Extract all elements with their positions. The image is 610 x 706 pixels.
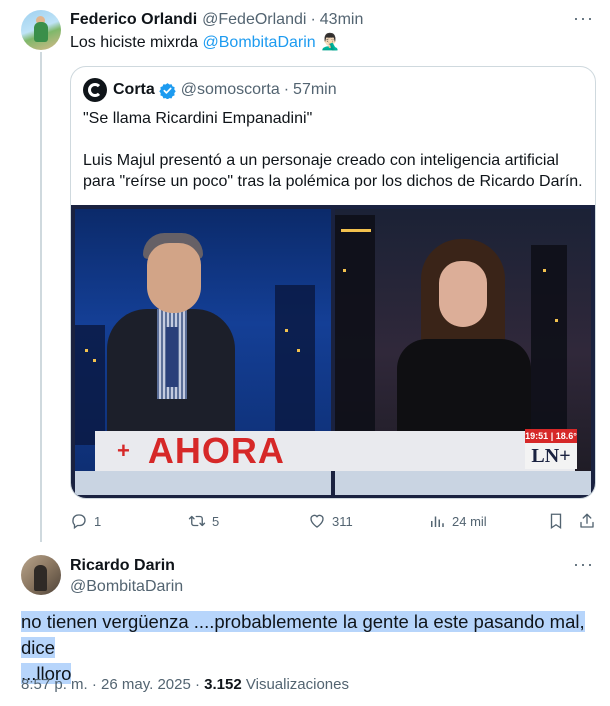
bookmark-icon [550,513,562,530]
post1-more-options-button[interactable]: ··· [573,9,594,27]
views-button[interactable]: 24 mil [428,510,487,532]
thread-connector-line [40,52,42,542]
reply-icon [72,514,86,530]
channel-bug: 19:51 | 18.6° LN+ [525,429,577,469]
like-count: 311 [332,513,353,529]
post2-timestamp[interactable]: 8:57 p. m. · 26 may. 2025 · [21,676,200,693]
analytics-bars-icon [431,516,444,527]
views-count: 24 mil [452,513,487,529]
post1-header: Federico Orlandi @FedeOrlandi · 43min [70,10,594,30]
quoted-text-line2: Luis Majul presentó a un personaje cread… [83,152,583,190]
reply-count: 1 [94,513,102,529]
quoted-time[interactable]: 57min [293,81,337,99]
quoted-display-name[interactable]: Corta [113,81,155,99]
post1-mention-link[interactable]: @BombitaDarin [203,34,316,51]
quoted-handle[interactable]: @somoscorta [181,81,280,99]
reply-button[interactable]: 1 [70,510,101,532]
verified-badge-icon [159,82,176,99]
post2-more-options-button[interactable]: ··· [573,555,594,573]
repost-count: 5 [212,513,220,529]
like-button[interactable]: 311 [308,510,353,532]
quoted-text-line1: "Se llama Ricardini Empanadini" [83,110,313,127]
quoted-separator: · [283,81,290,98]
ln-plus-logo-icon: LN+ [525,443,577,469]
banner-plus: + [117,438,130,463]
post1-time[interactable]: 43min [320,11,364,29]
post2-views-label: Visualizaciones [245,676,349,693]
post2-text-line1: no tienen vergüenza ....probablemente la… [21,611,585,658]
bookmark-button[interactable] [547,510,571,532]
quoted-post-header: Corta @somoscorta · 57min [83,78,337,102]
repost-button[interactable]: 5 [188,510,219,532]
repost-icon [188,515,206,527]
post1-text-prefix: Los hiciste mixrda [70,34,199,51]
post2-meta: 8:57 p. m. · 26 may. 2025 · 3.152 Visual… [21,676,349,693]
post1-action-bar: 1 5 311 24 mil [70,510,596,532]
channel-clock: 19:51 | 18.6° [525,429,577,443]
quoted-media-image[interactable]: + AHORA 19:51 | 18.6° LN+ [71,205,595,498]
banner-text: AHORA [147,430,285,471]
corta-logo-icon[interactable] [83,78,107,102]
quoted-post-text: "Se llama Ricardini Empanadini" Luis Maj… [83,108,583,213]
post2-display-name[interactable]: Ricardo Darin [70,556,183,576]
avatar-ricardo-darin[interactable] [21,555,61,595]
quoted-post-card[interactable]: Corta @somoscorta · 57min "Se llama Rica… [70,66,596,499]
post1-separator: · [310,11,316,28]
news-banner: + AHORA [95,430,575,471]
share-icon [580,513,594,528]
post1-handle[interactable]: @FedeOrlandi [202,11,306,29]
post2-header: Ricardo Darin @BombitaDarin [70,556,183,597]
post1-text: Los hiciste mixrda @BombitaDarin 🤦🏻‍♂️ [70,33,340,53]
avatar-federico-orlandi[interactable] [21,10,61,50]
post1-display-name[interactable]: Federico Orlandi [70,11,197,29]
heart-icon [310,514,324,528]
facepalm-emoji-icon: 🤦🏻‍♂️ [320,34,341,51]
post2-views-count: 3.152 [204,676,242,693]
share-button[interactable] [578,510,602,532]
post2-handle[interactable]: @BombitaDarin [70,577,183,597]
